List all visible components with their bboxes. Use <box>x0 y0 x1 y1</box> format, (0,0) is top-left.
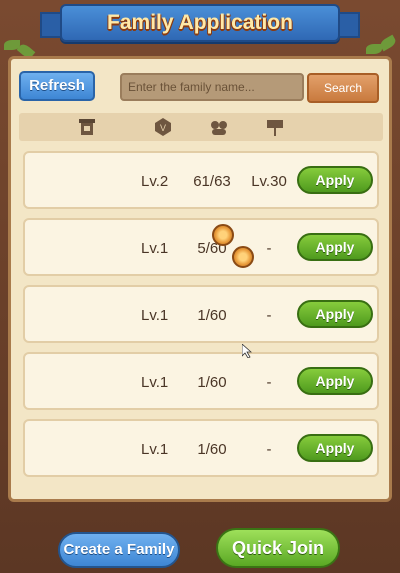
level-badge-icon: V <box>155 118 171 136</box>
family-requirement: Lv.30 <box>251 173 287 190</box>
family-members: 1/60 <box>197 374 227 391</box>
list-item: Lv.1 5/60 - Apply <box>23 218 379 276</box>
apply-button[interactable]: Apply <box>297 233 373 261</box>
apply-button[interactable]: Apply <box>297 166 373 194</box>
list-item: Lv.1 1/60 - Apply <box>23 285 379 343</box>
column-header-row: V <box>19 113 383 141</box>
family-banner-icon <box>79 119 95 135</box>
family-name <box>37 172 117 188</box>
family-level: Lv.1 <box>141 441 169 458</box>
family-list-panel: Refresh Enter the family name... Search … <box>8 56 392 502</box>
requirement-sign-icon <box>267 120 283 136</box>
list-item: Lv.1 1/60 - Apply <box>23 419 379 477</box>
refresh-button[interactable]: Refresh <box>19 71 95 101</box>
family-name <box>37 440 117 456</box>
leaf-decoration <box>378 34 398 52</box>
family-requirement: - <box>266 441 272 458</box>
list-item: Lv.2 61/63 Lv.30 Apply <box>23 151 379 209</box>
quick-join-button[interactable]: Quick Join <box>216 528 340 568</box>
family-requirement: - <box>266 240 272 257</box>
coin-icon <box>232 246 254 268</box>
coin-icon <box>212 224 234 246</box>
family-level: Lv.1 <box>141 307 169 324</box>
title-banner: Family Application <box>60 4 340 42</box>
family-level: Lv.1 <box>141 240 169 257</box>
family-requirement: - <box>266 307 272 324</box>
svg-text:V: V <box>160 123 166 133</box>
family-requirement: - <box>266 374 272 391</box>
family-name <box>37 306 117 322</box>
page-title: Family Application <box>107 11 293 34</box>
family-name <box>37 373 117 389</box>
mouse-cursor-icon <box>242 344 252 358</box>
create-family-button[interactable]: Create a Family <box>58 532 180 568</box>
apply-button[interactable]: Apply <box>297 434 373 462</box>
family-name-search-input[interactable]: Enter the family name... <box>120 73 304 101</box>
family-level: Lv.2 <box>141 173 169 190</box>
members-icon <box>211 121 227 135</box>
family-members: 1/60 <box>197 307 227 324</box>
family-name <box>37 239 117 255</box>
family-members: 61/63 <box>193 173 231 190</box>
family-level: Lv.1 <box>141 374 169 391</box>
apply-button[interactable]: Apply <box>297 367 373 395</box>
search-button[interactable]: Search <box>307 73 379 103</box>
apply-button[interactable]: Apply <box>297 300 373 328</box>
list-item: Lv.1 1/60 - Apply <box>23 352 379 410</box>
family-members: 1/60 <box>197 441 227 458</box>
